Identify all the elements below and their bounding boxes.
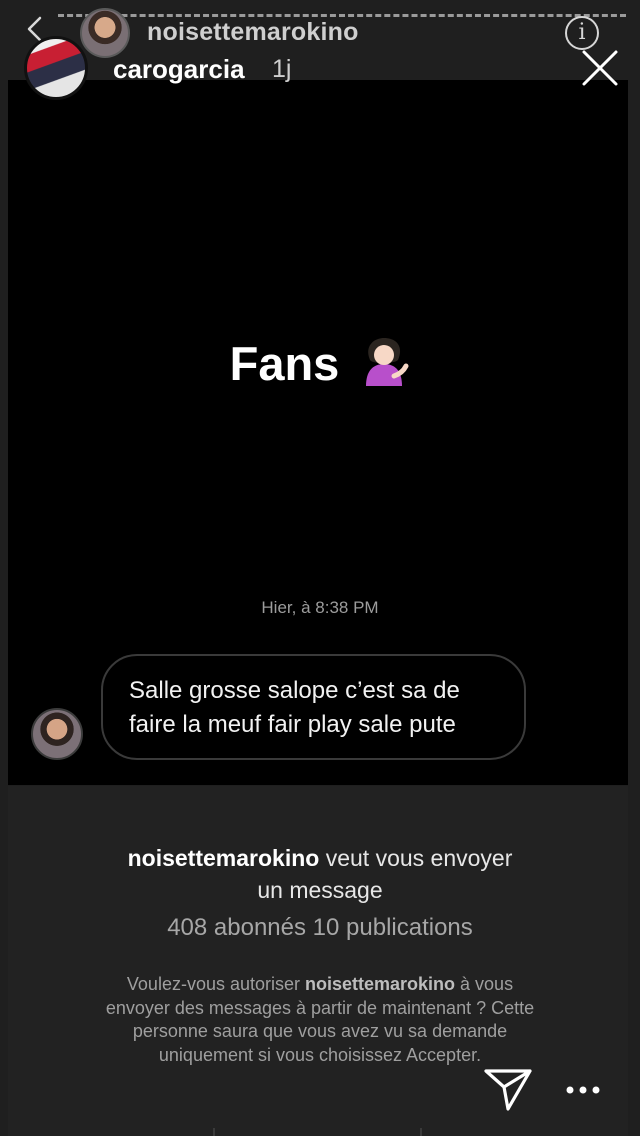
message-line: faire la meuf fair play sale pute xyxy=(129,711,456,738)
request-body-text: Voulez-vous autoriser xyxy=(126,974,305,994)
story-owner-username[interactable]: carogarcia xyxy=(113,54,245,85)
story-progress-bar xyxy=(58,14,626,17)
send-icon[interactable] xyxy=(484,1068,532,1112)
reposted-username: noisettemarokino xyxy=(147,18,359,46)
request-body-line: uniquement si vous choisissez Accepter. xyxy=(158,1044,482,1065)
message-line: Salle grosse salope c’est sa de xyxy=(129,677,460,704)
request-title-line2: un message xyxy=(257,877,383,903)
more-icon[interactable] xyxy=(562,1080,604,1100)
request-body-text: à vous xyxy=(455,974,514,994)
message-timestamp: Hier, à 8:38 PM xyxy=(261,598,379,617)
request-title-suffix: veut vous envoyer xyxy=(319,845,513,871)
bottom-divider xyxy=(420,1128,422,1136)
request-sender-stats: 408 abonnés 10 publications xyxy=(167,914,473,941)
request-body-line: envoyer des messages à partir de mainten… xyxy=(105,997,535,1018)
message-request-panel xyxy=(8,786,628,1136)
request-title: noisettemarokino veut vous envoyer un me… xyxy=(0,842,640,906)
request-body-name: noisettemarokino xyxy=(305,974,456,994)
caption-text: Fans xyxy=(229,337,340,390)
request-sender-name: noisettemarokino xyxy=(127,845,320,871)
message-bubble: Salle grosse salope c’est sa de faire la… xyxy=(101,654,526,760)
request-description: Voulez-vous autoriser noisettemarokino à… xyxy=(62,973,578,1067)
story-owner-avatar[interactable] xyxy=(24,36,88,100)
bottom-divider xyxy=(213,1128,215,1136)
story-time-ago: 1j xyxy=(272,55,292,83)
story-caption: Fans xyxy=(0,336,640,391)
story-viewer: noisettemarokino i carogarcia 1j Fans Hi… xyxy=(0,0,640,1136)
close-icon[interactable] xyxy=(580,48,620,88)
progress-segment xyxy=(58,14,626,17)
reposted-user-avatar xyxy=(80,8,130,58)
sender-avatar xyxy=(31,708,83,760)
info-icon: i xyxy=(565,16,599,50)
woman-tipping-hand-icon xyxy=(358,336,410,388)
request-body-line: personne saura que vous avez vu sa deman… xyxy=(132,1021,508,1041)
